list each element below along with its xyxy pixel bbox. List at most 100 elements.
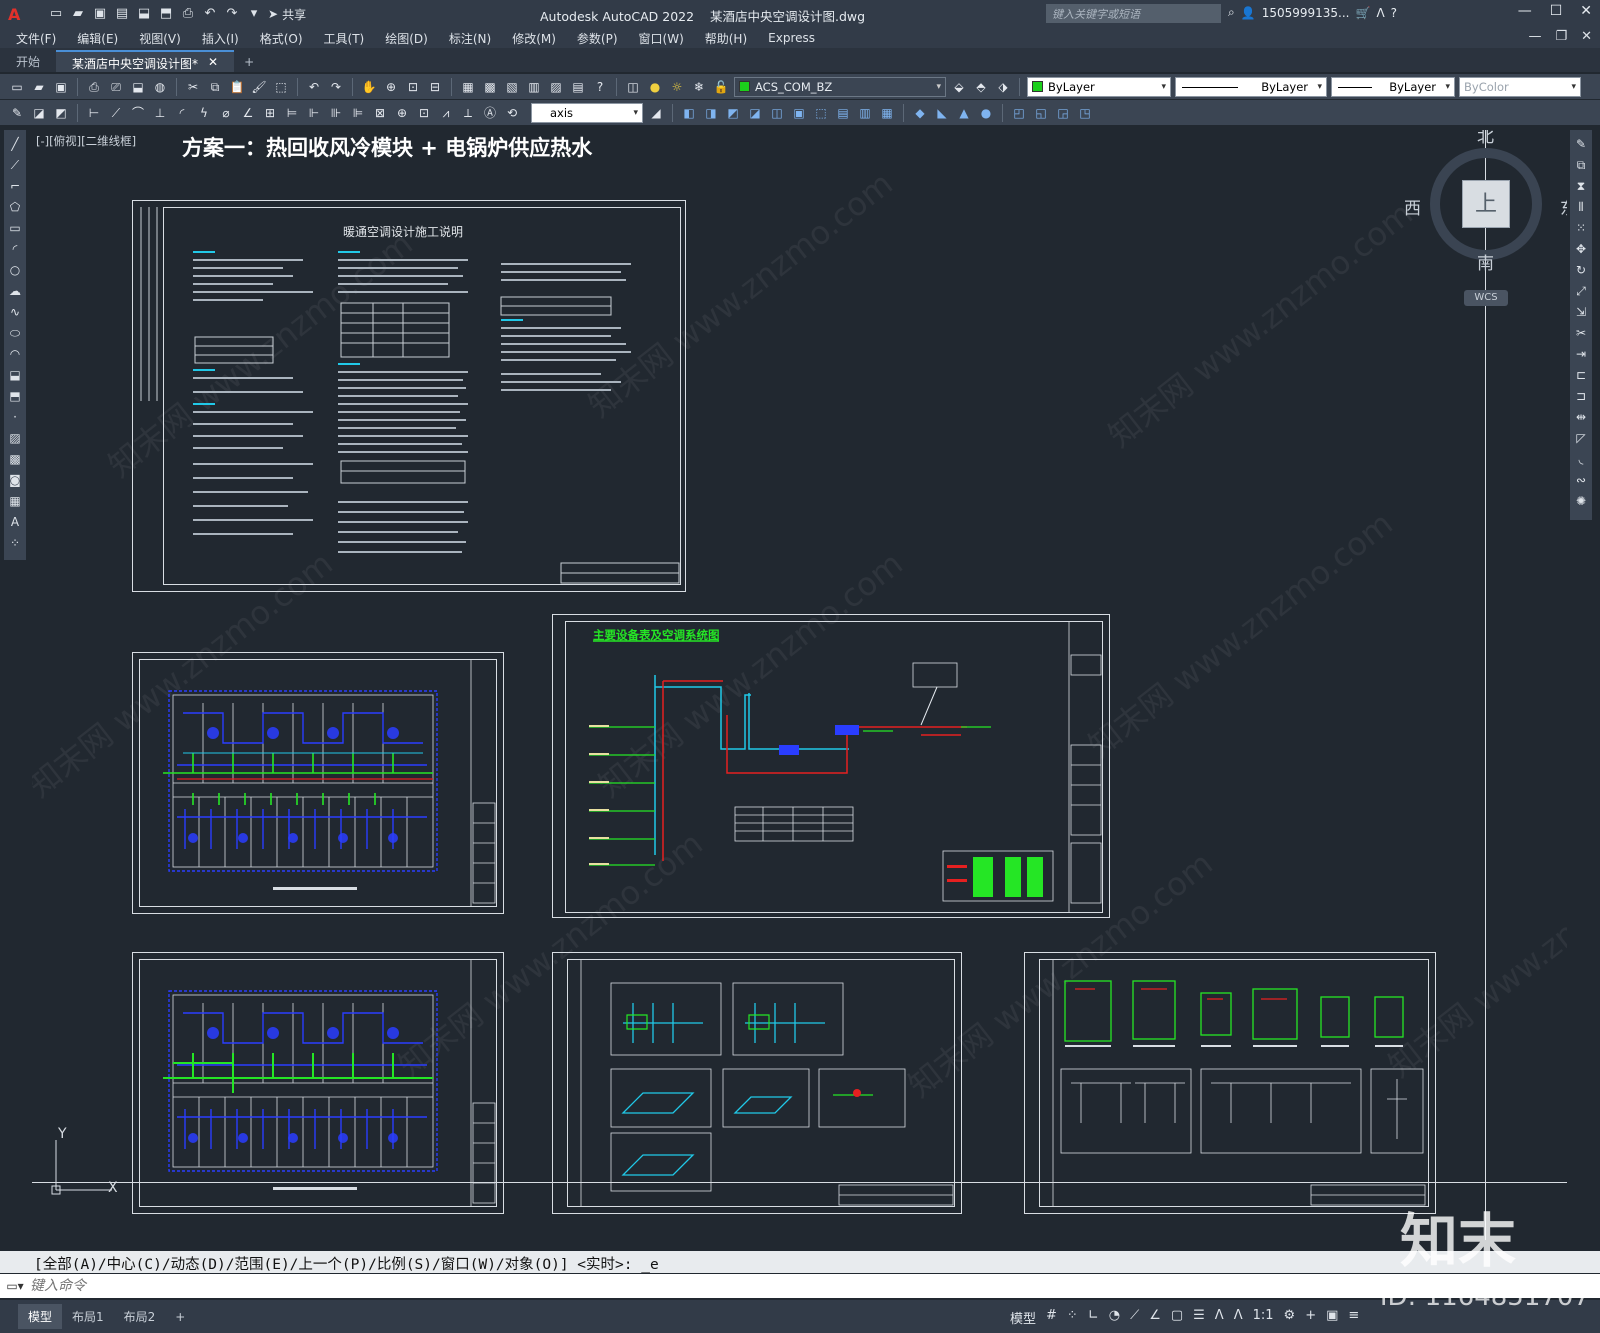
new-file-icon[interactable]: ▭ <box>48 6 64 22</box>
linear-dim-icon[interactable]: ⊢ <box>85 104 103 122</box>
save-as-icon[interactable]: ▤ <box>114 6 130 22</box>
sheet-air-plan[interactable] <box>132 952 504 1214</box>
menu-format[interactable]: 格式(O) <box>260 30 303 47</box>
menu-help[interactable]: 帮助(H) <box>705 30 747 47</box>
chamfer-icon[interactable]: ◸ <box>1573 430 1589 447</box>
save-web-icon[interactable]: ⬒ <box>158 6 174 22</box>
menu-view[interactable]: 视图(V) <box>139 30 181 47</box>
fillet-icon[interactable]: ◟ <box>1573 451 1589 468</box>
trim-icon[interactable]: ✂ <box>1573 325 1589 342</box>
maximize-icon[interactable]: ☐ <box>1550 3 1563 19</box>
isodraft-icon[interactable]: ⟋ <box>1130 1308 1139 1327</box>
snap-icon[interactable]: ⁘ <box>1067 1308 1078 1327</box>
radius-dim-icon[interactable]: ◜ <box>173 104 191 122</box>
command-input[interactable] <box>30 1278 1330 1294</box>
layer-previous-icon[interactable]: ⬘ <box>972 78 990 96</box>
move-icon[interactable]: ✥ <box>1573 241 1589 258</box>
plot-preview-icon[interactable]: ⎚ <box>107 78 125 96</box>
search-icon[interactable]: ⌕ <box>1228 5 1235 20</box>
drawing-restore-icon[interactable]: ❐ <box>1555 29 1567 44</box>
viewport-controls[interactable]: [-][俯视][二维线框] <box>36 133 136 149</box>
dim-break-icon[interactable]: ⊫ <box>349 104 367 122</box>
dimstyle-dropdown[interactable]: axis ▾ <box>531 102 643 123</box>
tab-close-icon[interactable]: ✕ <box>208 55 218 69</box>
sheet-detail-a[interactable] <box>552 952 962 1214</box>
dim-update-icon[interactable]: ⟲ <box>503 104 521 122</box>
cut-icon[interactable]: ✂ <box>184 78 202 96</box>
search-input[interactable]: 键入关键字或短语 <box>1046 4 1221 23</box>
mirror-icon[interactable]: ⧗ <box>1573 178 1589 195</box>
polar-icon[interactable]: ◔ <box>1109 1308 1120 1327</box>
gradient-icon[interactable]: ▩ <box>7 451 23 468</box>
angular-dim-icon[interactable]: ∠ <box>239 104 257 122</box>
extend-icon[interactable]: ⇥ <box>1573 346 1589 363</box>
stretch-icon[interactable]: ⇲ <box>1573 304 1589 321</box>
add-selected-icon[interactable]: ⁘ <box>7 535 23 552</box>
ellipse-icon[interactable]: ⬭ <box>7 325 23 342</box>
make-block-icon[interactable]: ⬒ <box>7 388 23 405</box>
menu-edit[interactable]: 编辑(E) <box>77 30 118 47</box>
grid-icon[interactable]: # <box>1046 1308 1057 1327</box>
autodesk-a360-icon[interactable]: Ʌ <box>1376 6 1384 20</box>
undo-icon[interactable]: ↶ <box>202 6 218 22</box>
tab-layout2[interactable]: 布局2 <box>114 1304 166 1329</box>
join-icon[interactable]: ⇹ <box>1573 409 1589 426</box>
ucs-face-icon[interactable]: ◪ <box>746 104 764 122</box>
save-icon[interactable]: ▣ <box>52 78 70 96</box>
baseline-dim-icon[interactable]: ⊨ <box>283 104 301 122</box>
blend-icon[interactable]: ∾ <box>1573 472 1589 489</box>
cone-icon[interactable]: ▲ <box>955 104 973 122</box>
menu-express[interactable]: Express <box>768 31 815 45</box>
menu-parametric[interactable]: 参数(P) <box>577 30 618 47</box>
customize-menu-icon[interactable]: ≡ <box>1348 1308 1359 1327</box>
annotation-scale-value[interactable]: 1:1 <box>1253 1308 1274 1327</box>
layer-dropdown[interactable]: ACS_COM_BZ ▾ <box>734 76 946 97</box>
linetype-dropdown[interactable]: ByLayer ▾ <box>1175 76 1327 97</box>
pan-icon[interactable]: ✋ <box>360 78 378 96</box>
wedge-icon[interactable]: ◣ <box>933 104 951 122</box>
plus-icon[interactable]: + <box>1305 1308 1316 1327</box>
dim-text-edit-icon[interactable]: Ⓐ <box>481 104 499 122</box>
viewcube-top-face[interactable]: 上 <box>1462 180 1510 228</box>
properties-icon[interactable]: ▦ <box>459 78 477 96</box>
drawing-minimize-icon[interactable]: — <box>1528 29 1541 44</box>
jogged-dim-icon[interactable]: ϟ <box>195 104 213 122</box>
annotation-visibility-icon[interactable]: Ʌ <box>1215 1308 1224 1327</box>
block-editor-icon[interactable]: ⬚ <box>272 78 290 96</box>
sphere-icon[interactable]: ● <box>977 104 995 122</box>
sheet-detail-b[interactable] <box>1024 952 1436 1214</box>
help-icon[interactable]: ? <box>591 78 609 96</box>
workspace-gear-icon[interactable]: ⚙ <box>1284 1308 1296 1327</box>
hardware-acceleration-icon[interactable]: ▣ <box>1326 1308 1338 1327</box>
walk-icon[interactable]: ◲ <box>1054 104 1072 122</box>
sheet-system-diagram[interactable]: 主要设备表及空调系统图 <box>552 614 1110 918</box>
object-snap-icon[interactable]: ▢ <box>1171 1308 1183 1327</box>
spline-icon[interactable]: ∿ <box>7 304 23 321</box>
circle-icon[interactable]: ○ <box>7 262 23 279</box>
lock-icon[interactable]: 🔓 <box>712 78 730 96</box>
customize-dropdown-icon[interactable]: ▾ <box>246 6 262 22</box>
tab-layout1[interactable]: 布局1 <box>62 1304 114 1329</box>
match-properties-icon[interactable]: 🖌 <box>250 78 268 96</box>
tab-drawing[interactable]: 某酒店中央空调设计图* ✕ <box>56 50 235 72</box>
undo-icon[interactable]: ↶ <box>305 78 323 96</box>
new-tab-icon[interactable]: + <box>234 52 264 72</box>
aligned-dim-icon[interactable]: ⟋ <box>107 104 125 122</box>
rectangle-icon[interactable]: ▭ <box>7 220 23 237</box>
polygon-icon[interactable]: ⬠ <box>7 199 23 216</box>
ucs-view-icon[interactable]: ▣ <box>790 104 808 122</box>
layer-properties-icon[interactable]: ◫ <box>624 78 642 96</box>
sheet-set-icon[interactable]: ▥ <box>525 78 543 96</box>
copy-icon[interactable]: ⧉ <box>206 78 224 96</box>
insert-block-icon[interactable]: ⬓ <box>7 367 23 384</box>
add-layout-icon[interactable]: + <box>165 1306 195 1328</box>
freeze-icon[interactable]: ❄ <box>690 78 708 96</box>
ucs-object-icon[interactable]: ◫ <box>768 104 786 122</box>
break-at-point-icon[interactable]: ⊏ <box>1573 367 1589 384</box>
save-icon[interactable]: ▣ <box>92 6 108 22</box>
jogged-linear-icon[interactable]: ⩘ <box>437 104 455 122</box>
rotate-icon[interactable]: ↻ <box>1573 262 1589 279</box>
menu-tools[interactable]: 工具(T) <box>324 30 365 47</box>
cart-icon[interactable]: 🛒 <box>1355 6 1370 20</box>
model-space-button[interactable]: 模型 <box>1010 1308 1036 1327</box>
